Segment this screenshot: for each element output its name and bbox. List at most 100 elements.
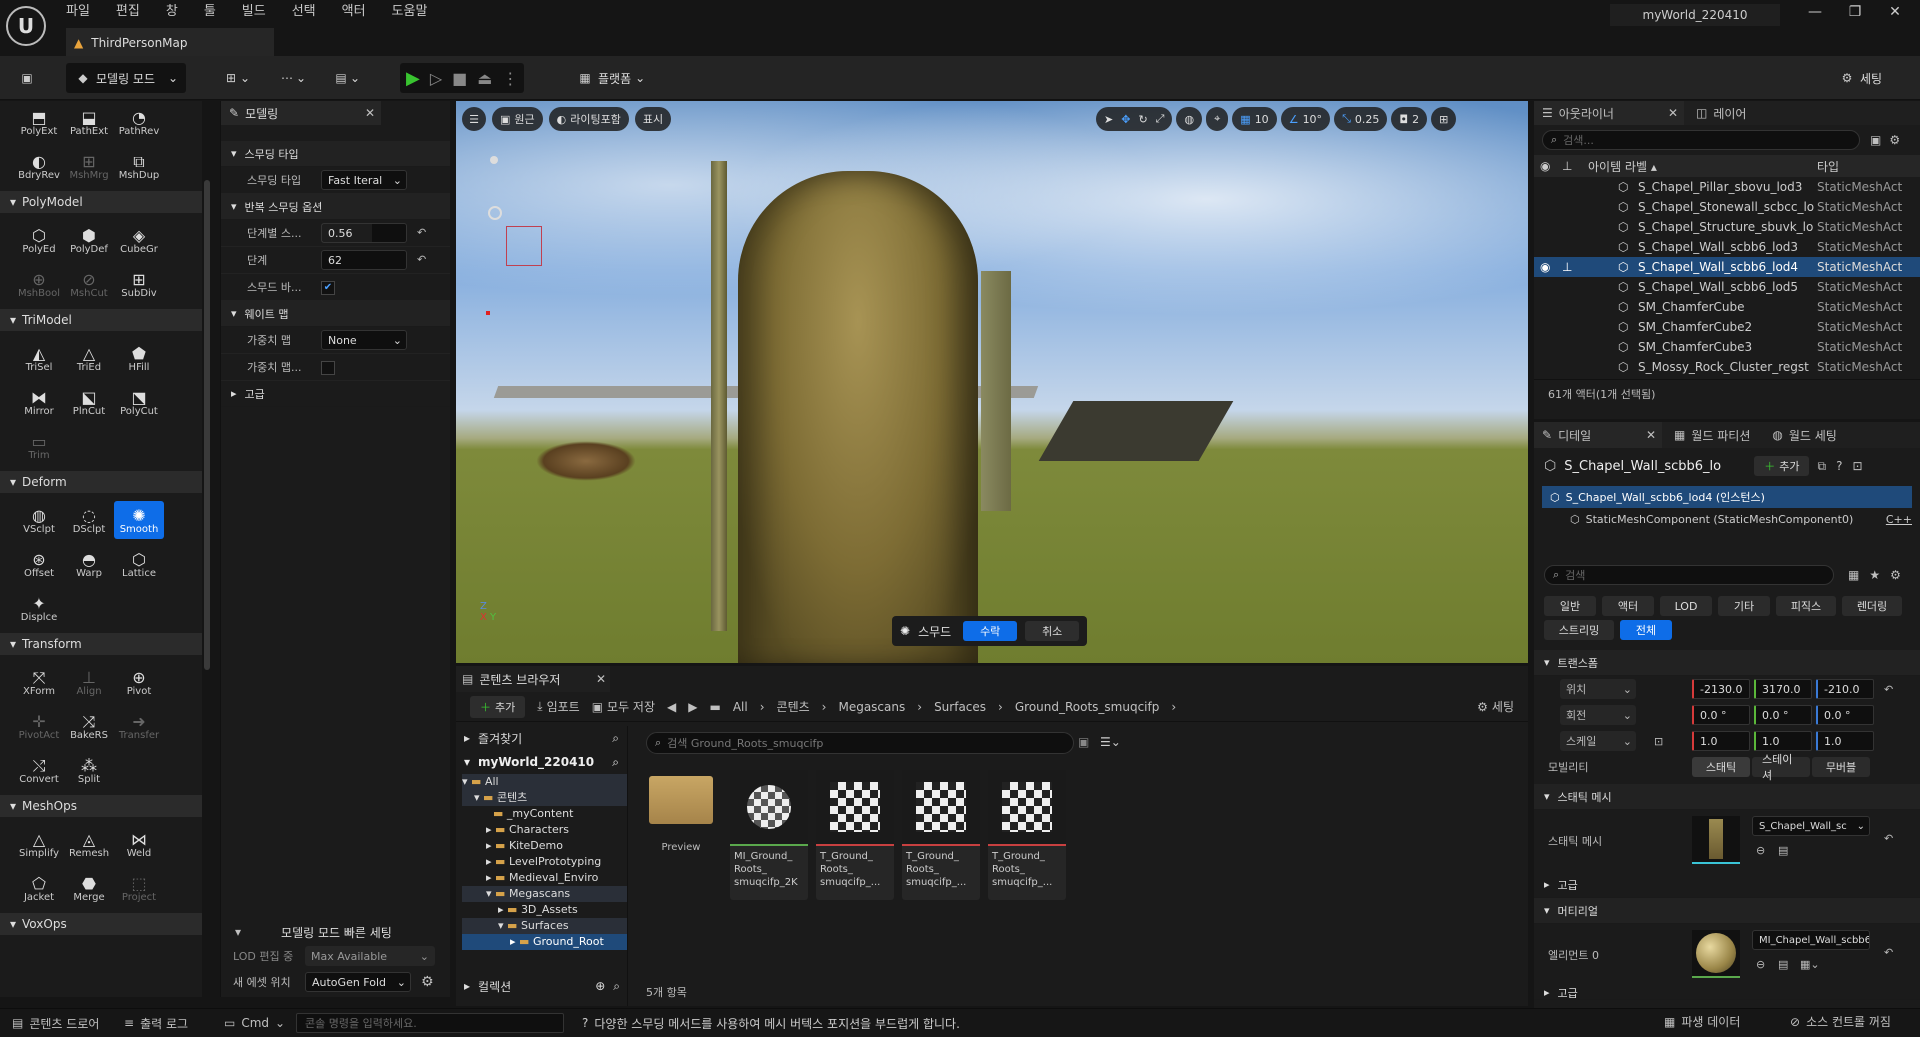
steps-input[interactable]: 62: [321, 250, 407, 270]
step-input[interactable]: 0.56: [321, 223, 407, 243]
iter-options-header[interactable]: ▾ 반복 스무딩 옵션: [221, 194, 450, 220]
tool-mshcut[interactable]: ⊘ MshCut: [64, 265, 114, 303]
asset-location-dropdown[interactable]: AutoGen Fold ⌄: [305, 972, 411, 992]
tool-pathext[interactable]: ⬓ PathExt: [64, 103, 114, 141]
close-icon[interactable]: ✕: [1880, 4, 1910, 26]
menu-actor[interactable]: 액터: [342, 0, 366, 24]
reset-icon[interactable]: ↶: [417, 253, 426, 266]
world-partition-tab[interactable]: ▦ 월드 파티션: [1662, 427, 1750, 444]
camera-speed-button[interactable]: ◘ 2: [1391, 107, 1428, 131]
star-icon[interactable]: ★: [1869, 568, 1880, 582]
perspective-button[interactable]: ▣ 원근: [492, 107, 543, 131]
weight-map2-checkbox[interactable]: [321, 361, 335, 375]
tool-remesh[interactable]: ◬ Remesh: [64, 825, 114, 863]
gear-icon[interactable]: ⚙: [421, 974, 434, 990]
tool-xform[interactable]: ⤧ XForm: [14, 663, 64, 701]
weight-map-dropdown[interactable]: None ⌄: [321, 330, 407, 350]
details-search-input[interactable]: ⌕ 검색: [1544, 565, 1834, 585]
static-mesh-header[interactable]: ▾ 스태틱 메시: [1534, 784, 1920, 810]
asset-tile[interactable]: T_Ground_ Roots_ smuqcifp_...: [816, 770, 894, 900]
details-tab[interactable]: ✎ 디테일 ✕: [1534, 422, 1662, 448]
world-local-icon[interactable]: ◍: [1176, 107, 1203, 131]
static-mesh-advanced[interactable]: ▸ 고급: [1534, 872, 1920, 898]
scale-dropdown[interactable]: 스케일 ⌄: [1560, 731, 1636, 751]
rotation-z[interactable]: 0.0 °: [1816, 705, 1874, 725]
tool-polycut[interactable]: ⬔ PolyCut: [114, 383, 164, 421]
scale-icon[interactable]: ⤢: [1156, 112, 1165, 126]
world-settings-tab[interactable]: ◍ 월드 세팅: [1750, 427, 1836, 444]
tree-item[interactable]: ▸ ▬ KiteDemo: [462, 838, 627, 854]
location-y[interactable]: 3170.0: [1754, 679, 1812, 699]
pin-icon[interactable]: ⊥: [1562, 159, 1572, 173]
menu-select[interactable]: 선택: [292, 0, 316, 24]
tree-item[interactable]: ▸ ▬ Medieval_Enviro: [462, 870, 627, 886]
cmd-dropdown[interactable]: ▭ Cmd ⌄: [210, 1016, 286, 1030]
tool-mirror[interactable]: ⧓ Mirror: [14, 383, 64, 421]
filter-all[interactable]: 전체: [1620, 620, 1672, 640]
play-icon[interactable]: ▶: [406, 68, 420, 89]
rotation-x[interactable]: 0.0 °: [1692, 705, 1750, 725]
settings-button[interactable]: ⚙ 세팅: [1830, 63, 1890, 93]
add-button[interactable]: ＋ 추가: [470, 695, 526, 718]
column-type[interactable]: 타입: [1817, 158, 1839, 175]
help-icon[interactable]: ?: [1836, 459, 1842, 473]
scale-y[interactable]: 1.0: [1754, 731, 1812, 751]
maximize-icon[interactable]: ❐: [1840, 4, 1870, 26]
grid-snap-button[interactable]: ▦ 10: [1232, 107, 1277, 131]
console-input[interactable]: 콘솔 명령을 입력하세요.: [296, 1013, 564, 1033]
surface-snap-icon[interactable]: ⌖: [1206, 107, 1229, 131]
outliner-row[interactable]: ⬡ S_Chapel_Structure_sbuvk_lo StaticMeshAc…: [1534, 217, 1920, 237]
outliner-row[interactable]: ⬡ SM_ChamferCube3 StaticMeshAct: [1534, 337, 1920, 357]
outliner-row[interactable]: ⬡ S_Mossy_Rock_Cluster_regst StaticMeshAct: [1534, 357, 1920, 377]
tool-bdryrev[interactable]: ◐ BdryRev: [14, 147, 64, 185]
asset-tile[interactable]: T_Ground_ Roots_ smuqcifp_...: [902, 770, 980, 900]
tool-simplify[interactable]: △ Simplify: [14, 825, 64, 863]
asset-search-input[interactable]: ⌕ 검색 Ground_Roots_smuqcifp: [646, 732, 1074, 754]
transform-header[interactable]: ▾ 트랜스폼: [1534, 650, 1920, 676]
component-row[interactable]: ⬡ StaticMeshComponent (StaticMeshComponen…: [1542, 508, 1912, 530]
minimize-icon[interactable]: —: [1800, 4, 1830, 26]
filter-physics[interactable]: 피직스: [1776, 596, 1836, 616]
tree-item[interactable]: ▸ ▬ LevelPrototyping: [462, 854, 627, 870]
close-tab-icon[interactable]: ✕: [1668, 106, 1678, 120]
instance-row[interactable]: ⬡ S_Chapel_Wall_scbb6_lod4 (인스턴스): [1542, 486, 1912, 508]
static-mesh-thumbnail[interactable]: [1692, 816, 1740, 864]
tool-polyext[interactable]: ⬒ PolyExt: [14, 103, 64, 141]
mode-selector[interactable]: ◆ 모델링 모드 ⌄: [66, 63, 186, 93]
material-thumbnail[interactable]: [1692, 930, 1740, 978]
tool-plncut[interactable]: ⬕ PlnCut: [64, 383, 114, 421]
modeling-tab[interactable]: ✎ 모델링 ✕: [221, 101, 381, 125]
rotate-icon[interactable]: ↻: [1138, 113, 1147, 126]
filter-icon[interactable]: ☰⌄: [1100, 735, 1121, 749]
smoothing-type-dropdown[interactable]: Fast Iteral ⌄: [321, 170, 407, 190]
tree-item-selected[interactable]: ▸ ▬ Ground_Root: [462, 934, 627, 950]
breadcrumb-item[interactable]: 콘텐츠: [777, 698, 810, 715]
tool-polyed[interactable]: ⬡ PolyEd: [14, 221, 64, 259]
quick-settings-header[interactable]: ▾ 모델링 모드 빠른 세팅: [221, 921, 451, 943]
tool-offset[interactable]: ⊛ Offset: [14, 545, 64, 583]
close-tab-icon[interactable]: ✕: [596, 672, 606, 686]
smoothing-type-header[interactable]: ▾ 스무딩 타입: [221, 141, 450, 167]
select-icon[interactable]: ➤: [1104, 113, 1113, 126]
save-icon[interactable]: ▣: [10, 63, 44, 93]
cancel-button[interactable]: 취소: [1025, 621, 1080, 641]
forward-icon[interactable]: ▶: [688, 700, 697, 714]
tool-convert[interactable]: ⤭ Convert: [14, 751, 64, 789]
filter-streaming[interactable]: 스트리밍: [1544, 620, 1614, 640]
search-icon[interactable]: ⌕: [613, 979, 620, 994]
tool-warp[interactable]: ◓ Warp: [64, 545, 114, 583]
add-component-button[interactable]: ＋ 추가: [1754, 456, 1810, 476]
collections-header[interactable]: ▸ 컬렉션 ⊕ ⌕: [456, 974, 628, 998]
reset-icon[interactable]: ↶: [1884, 832, 1893, 845]
palette-scrollbar[interactable]: [204, 180, 210, 670]
tool-transfer[interactable]: ➜ Transfer: [114, 707, 164, 745]
tool-polydef[interactable]: ⬢ PolyDef: [64, 221, 114, 259]
scale-x[interactable]: 1.0: [1692, 731, 1750, 751]
content-browser-tab[interactable]: ▤ 콘텐츠 브라우저 ✕: [456, 666, 610, 692]
tool-tried[interactable]: △ TriEd: [64, 339, 114, 377]
outliner-tab[interactable]: ☰ 아웃라이너 ✕: [1534, 101, 1684, 125]
advanced-header[interactable]: ▸ 고급: [221, 381, 450, 407]
tool-smooth[interactable]: ✺ Smooth: [114, 501, 164, 539]
browse-icon[interactable]: ⊖: [1756, 844, 1765, 857]
mobility-stationary[interactable]: 스테이셔: [1752, 753, 1810, 782]
